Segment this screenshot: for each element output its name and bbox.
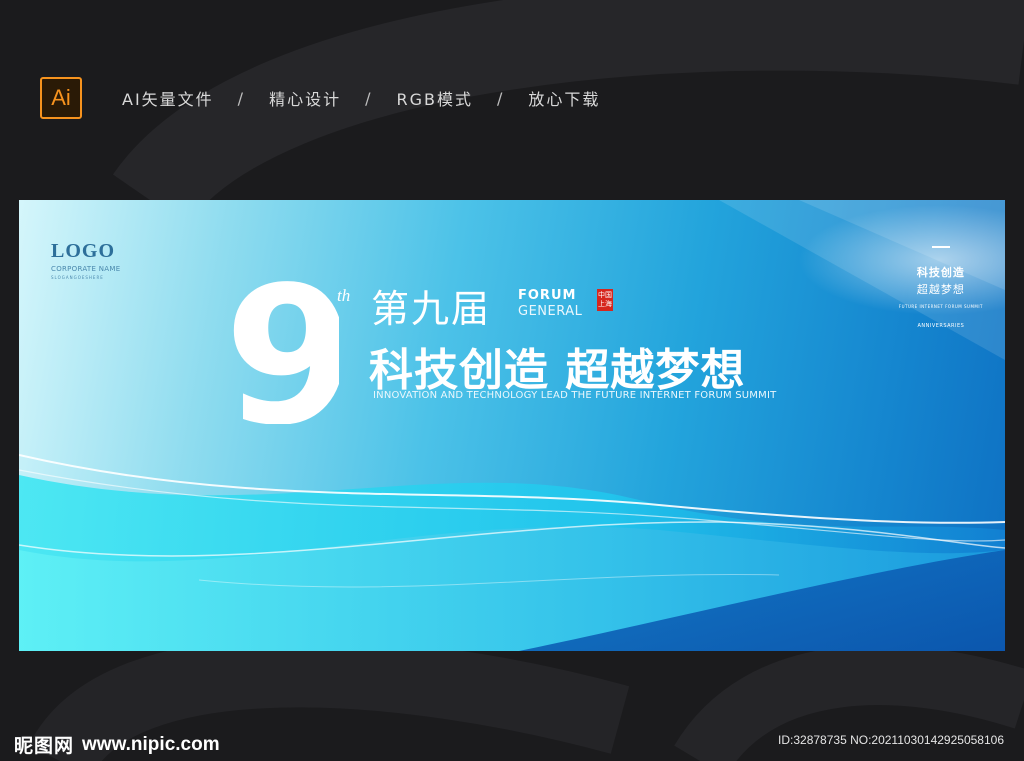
side-line-1: 科技创造 [916, 266, 965, 279]
feature-list: AI矢量文件 / 精心设计 / RGB模式 / 放心下载 [122, 86, 600, 110]
watermark-url: www.nipic.com [82, 733, 220, 755]
side-line-4: ANNIVERSARIES [917, 323, 965, 329]
red-seal-stamp: 中国 上海 [597, 289, 613, 311]
main-slogan: 科技创造 超越梦想 [369, 345, 746, 396]
forum-line-1: FORUM [518, 288, 577, 303]
feature-separator: / [237, 88, 246, 108]
side-line-2: 超越梦想 [916, 283, 965, 296]
feature-item: 放心下载 [528, 90, 601, 109]
forum-line-2: GENERAL [518, 304, 583, 319]
feature-item: 精心设计 [269, 90, 342, 109]
seal-line-2: 上海 [598, 300, 612, 308]
top-bar: Ai AI矢量文件 / 精心设计 / RGB模式 / 放心下载 [40, 76, 600, 120]
logo-tagline: SLOGANGOESHERE [51, 275, 104, 280]
svg-text:9: 9 [224, 272, 339, 424]
edition-title: 第九届 [371, 287, 492, 331]
feature-item: RGB模式 [396, 90, 473, 109]
forum-label: FORUM GENERAL [518, 288, 582, 319]
site-watermark: 昵图网 www.nipic.com [14, 731, 220, 758]
feature-separator: / [365, 88, 373, 108]
big-ordinal-nine: 9 [224, 272, 339, 424]
logo-company-name: CORPORATE NAME [51, 265, 121, 273]
feature-item: AI矢量文件 [122, 90, 214, 109]
feature-separator: / [496, 88, 505, 108]
light-wave-graphic [19, 200, 1005, 651]
side-line-3: FUTURE INTERNET FORUM SUMMIT [898, 304, 983, 309]
company-logo: LOGO CORPORATE NAME SLOGANGOESHERE [51, 240, 120, 280]
seal-line-1: 中国 [598, 291, 612, 299]
side-slogan: 科技创造 超越梦想 FUTURE INTERNET FORUM SUMMIT A… [899, 246, 983, 329]
banner-preview: LOGO CORPORATE NAME SLOGANGOESHERE 9 th … [19, 200, 1005, 651]
english-subtitle: INNOVATION AND TECHNOLOGY LEAD THE FUTUR… [373, 390, 777, 401]
watermark-site-name: 昵图网 [14, 735, 75, 757]
side-dash [931, 246, 950, 248]
image-id-label: ID:32878735 NO:20211030142925058106 [778, 733, 1004, 747]
logo-text: LOGO [51, 240, 116, 262]
illustrator-icon: Ai [40, 77, 82, 119]
ordinal-suffix: th [337, 286, 351, 305]
